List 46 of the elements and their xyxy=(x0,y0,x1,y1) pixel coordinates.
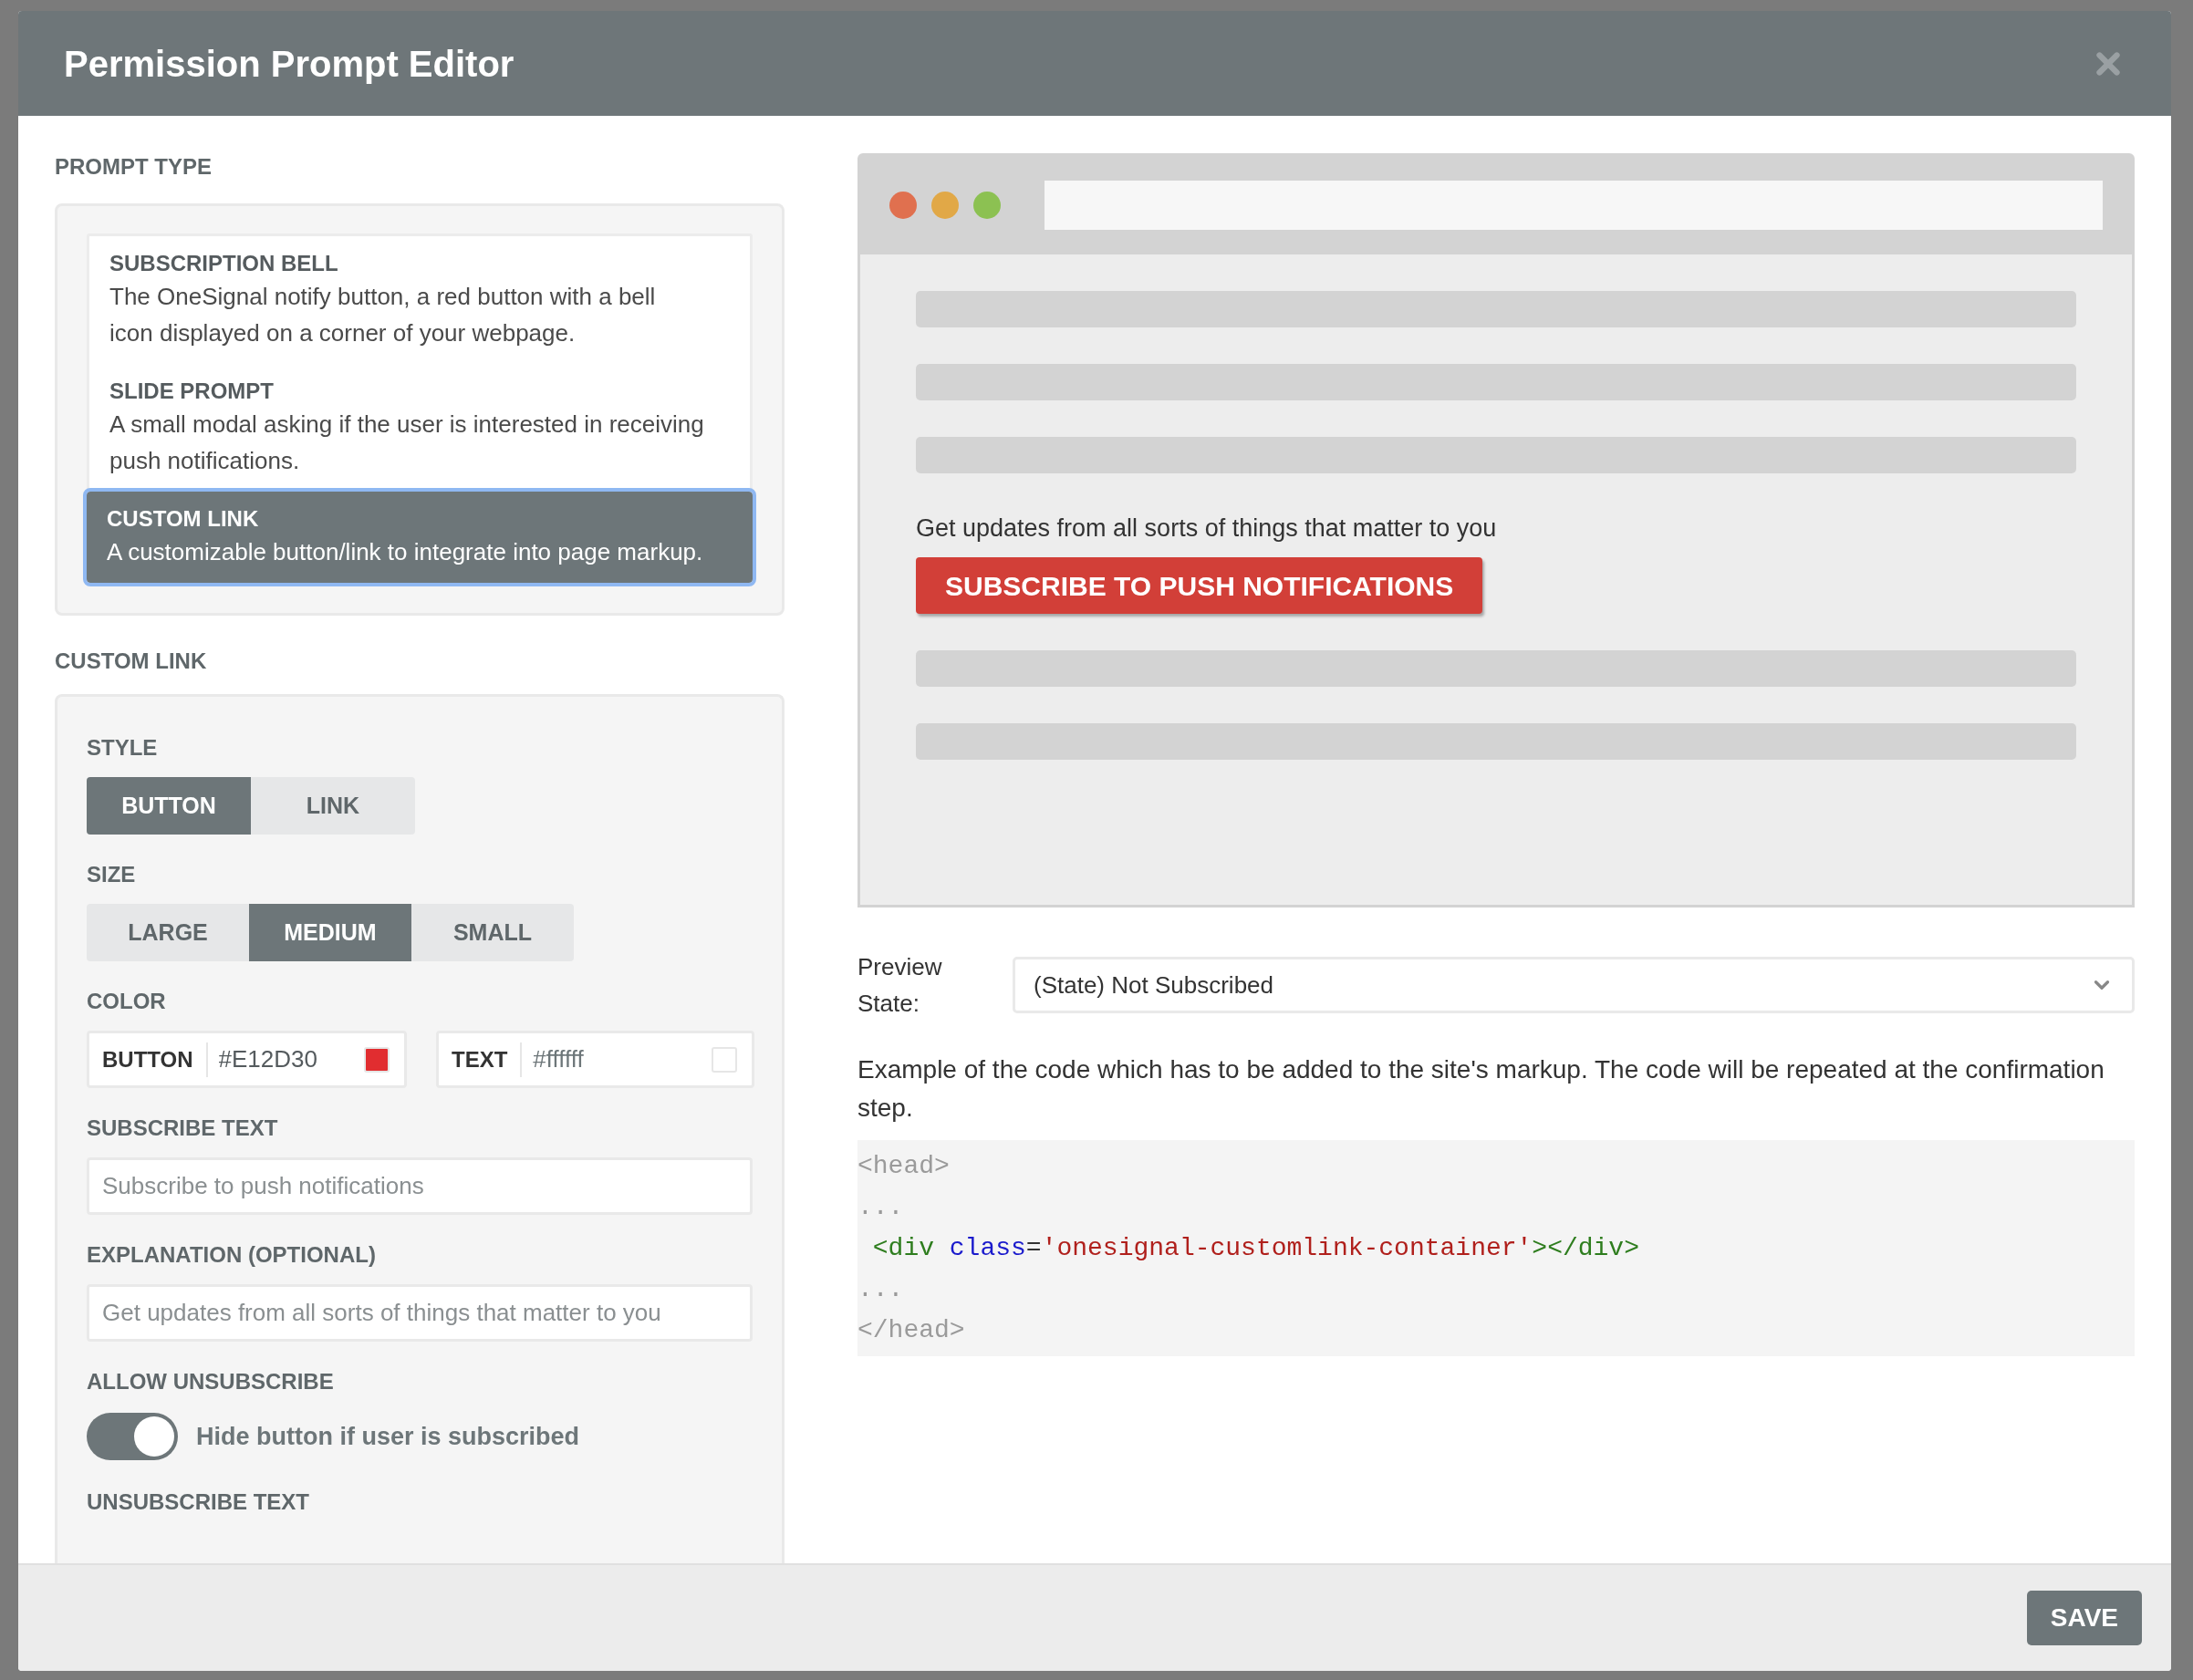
color-swatch[interactable] xyxy=(364,1046,390,1073)
option-title: CUSTOM LINK xyxy=(107,505,260,533)
option-title: SUBSCRIPTION BELL xyxy=(109,250,339,277)
option-description: A small modal asking if the user is interested in receiving push notifications. xyxy=(109,410,704,476)
code-line: <head> xyxy=(857,1151,950,1182)
option-title: SLIDE PROMPT xyxy=(109,378,275,405)
toggle-switch[interactable] xyxy=(87,1413,178,1460)
code-line: </head> xyxy=(857,1315,965,1346)
color-field-label: TEXT xyxy=(439,1042,523,1077)
prompt-type-option[interactable]: SLIDE PROMPT A small modal asking if the user is interested in receiving push notifications. xyxy=(89,364,750,492)
preview-state-select[interactable]: (State) Not Subscribed xyxy=(1013,957,2135,1013)
segment-tab[interactable]: LINK xyxy=(251,777,415,835)
section-label: CUSTOM LINK xyxy=(55,650,208,672)
color-value[interactable]: #E12D30 xyxy=(207,1042,364,1077)
field-label: COLOR xyxy=(87,990,167,1012)
color-value[interactable]: #ffffff xyxy=(522,1042,712,1077)
color-swatch[interactable] xyxy=(712,1046,737,1073)
segment-tab[interactable]: LARGE xyxy=(87,904,249,961)
segment-tab[interactable]: MEDIUM xyxy=(249,904,411,961)
color-field[interactable]: TEXT #ffffff xyxy=(436,1031,754,1088)
code-note: Example of the code which has to be added to the site's markup. The code will be repeated at the confirmation step. xyxy=(857,1054,2105,1124)
section-label: PROMPT TYPE xyxy=(55,156,213,178)
field-label: EXPLANATION (OPTIONAL) xyxy=(87,1244,377,1266)
code-line: ... xyxy=(857,1274,904,1305)
option-description: A customizable button/link to integrate into page markup. xyxy=(107,537,704,567)
preview-state-label: Preview State: xyxy=(857,952,943,1019)
field-label: ALLOW UNSUBSCRIBE xyxy=(87,1371,335,1393)
explanation-field[interactable]: Get updates from all sorts of things that matter to you xyxy=(87,1284,753,1342)
code-line: <div class='onesignal-customlink-container'></div> xyxy=(871,1233,1639,1264)
color-field-label: BUTTON xyxy=(89,1042,208,1077)
subscribe-button[interactable]: SUBSCRIBE TO PUSH NOTIFICATIONS xyxy=(916,557,1483,614)
segment-tab[interactable]: BUTTON xyxy=(87,777,251,835)
segment-tab[interactable]: SMALL xyxy=(411,904,574,961)
subscribe-text-field[interactable]: Subscribe to push notifications xyxy=(87,1157,753,1215)
toggle-label: Hide button if user is subscribed xyxy=(196,1421,580,1452)
window-title: Permission Prompt Editor xyxy=(64,42,514,86)
color-field[interactable]: BUTTON #E12D30 xyxy=(87,1031,407,1088)
option-description: The OneSignal notify button, a red button with a bell icon displayed on a corner of your webpage. xyxy=(109,282,657,348)
field-label: SIZE xyxy=(87,864,137,886)
save-button[interactable]: SAVE xyxy=(2026,1591,2142,1645)
field-label: SUBSCRIBE TEXT xyxy=(87,1117,279,1139)
code-line: ... xyxy=(857,1192,904,1223)
prompt-type-option[interactable]: SUBSCRIPTION BELL The OneSignal notify button, a red button with a bell icon displayed on a corner of your webpage. xyxy=(89,236,750,364)
field-label: STYLE xyxy=(87,737,159,759)
preview-text: Get updates from all sorts of things that matter to you xyxy=(916,513,1498,544)
field-label: UNSUBSCRIBE TEXT xyxy=(87,1491,311,1513)
